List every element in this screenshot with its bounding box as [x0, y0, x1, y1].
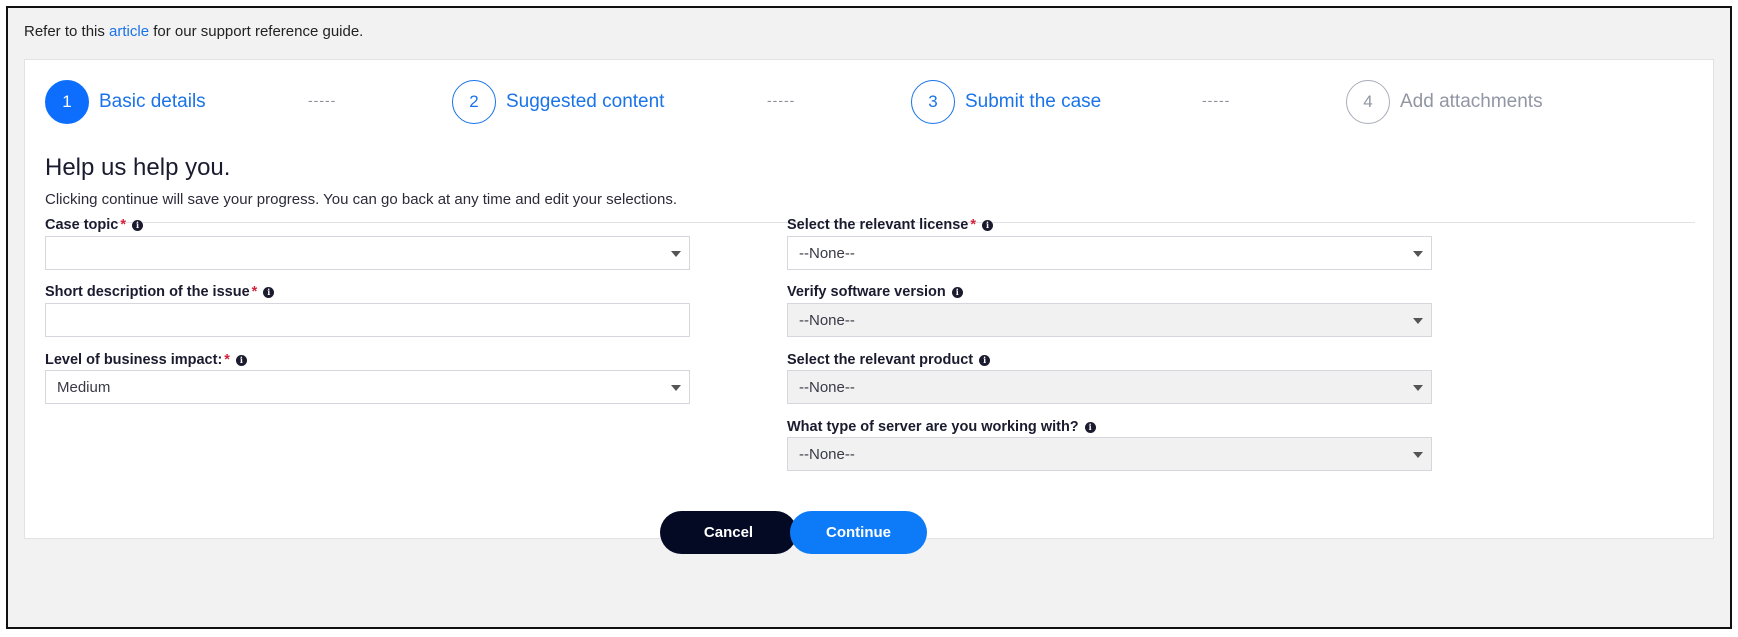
step-submit-case[interactable]: 3 Submit the case [911, 80, 1101, 124]
software-version-label: Verify software version i [787, 284, 963, 300]
required-mark: * [224, 352, 230, 368]
step-separator: ----- [1202, 92, 1231, 108]
required-mark: * [970, 217, 976, 233]
business-impact-label: Level of business impact: * i [45, 352, 247, 368]
license-select[interactable]: --None-- [787, 236, 1432, 270]
business-impact-value: Medium [57, 378, 111, 396]
case-form-card: 1 Basic details ----- 2 Suggested conten… [24, 59, 1714, 539]
step-suggested-content[interactable]: 2 Suggested content [452, 80, 664, 124]
license-label-text: Select the relevant license [787, 217, 969, 233]
product-label-text: Select the relevant product [787, 352, 974, 368]
progress-stepper: 1 Basic details ----- 2 Suggested conten… [45, 80, 1695, 124]
form-subtext: Clicking continue will save your progres… [45, 191, 678, 208]
product-select[interactable]: --None-- [787, 370, 1432, 404]
info-icon[interactable]: i [951, 286, 963, 298]
step-add-attachments: 4 Add attachments [1346, 80, 1543, 124]
cancel-button[interactable]: Cancel [660, 511, 797, 554]
step-label: Submit the case [965, 91, 1102, 112]
intro-text: Refer to this article for our support re… [24, 23, 363, 40]
step-label: Suggested content [506, 91, 665, 112]
server-type-value: --None-- [799, 445, 855, 463]
case-topic-label: Case topic * i [45, 217, 143, 233]
step-number-badge: 4 [1346, 80, 1390, 124]
info-icon[interactable]: i [263, 286, 275, 298]
chevron-down-icon [1413, 251, 1423, 257]
case-topic-select[interactable] [45, 236, 690, 270]
chevron-down-icon [1413, 452, 1423, 458]
license-label: Select the relevant license * i [787, 217, 993, 233]
info-icon[interactable]: i [235, 354, 247, 366]
software-version-label-text: Verify software version [787, 284, 946, 300]
short-description-label: Short description of the issue * i [45, 284, 275, 300]
chevron-down-icon [1413, 318, 1423, 324]
product-label: Select the relevant product i [787, 352, 991, 368]
software-version-value: --None-- [799, 311, 855, 329]
step-separator: ----- [767, 92, 796, 108]
server-type-select[interactable]: --None-- [787, 437, 1432, 471]
business-impact-select[interactable]: Medium [45, 370, 690, 404]
step-label: Add attachments [1400, 91, 1543, 112]
info-icon[interactable]: i [132, 219, 143, 231]
page-frame: Refer to this article for our support re… [6, 6, 1732, 629]
info-icon[interactable]: i [1084, 421, 1096, 433]
step-basic-details[interactable]: 1 Basic details [45, 80, 206, 124]
article-link[interactable]: article [109, 23, 149, 40]
required-mark: * [251, 284, 258, 300]
license-value: --None-- [799, 244, 855, 262]
business-impact-label-text: Level of business impact: [45, 352, 223, 368]
server-type-label: What type of server are you working with… [787, 419, 1096, 435]
info-icon[interactable]: i [979, 354, 991, 366]
step-number-badge: 1 [45, 80, 89, 124]
step-number-badge: 2 [452, 80, 496, 124]
continue-button[interactable]: Continue [790, 511, 927, 554]
short-description-label-text: Short description of the issue [45, 284, 250, 300]
chevron-down-icon [671, 385, 681, 391]
software-version-select[interactable]: --None-- [787, 303, 1432, 337]
required-mark: * [120, 217, 126, 233]
server-type-label-text: What type of server are you working with… [787, 419, 1079, 435]
info-icon[interactable]: i [982, 219, 993, 231]
chevron-down-icon [1413, 385, 1423, 391]
step-separator: ----- [308, 92, 337, 108]
product-value: --None-- [799, 378, 855, 396]
chevron-down-icon [671, 251, 681, 257]
intro-suffix: for our support reference guide. [149, 23, 364, 40]
form-heading: Help us help you. [45, 154, 231, 181]
intro-prefix: Refer to this [24, 23, 110, 40]
step-number-badge: 3 [911, 80, 955, 124]
short-description-input[interactable] [45, 303, 690, 337]
step-label: Basic details [99, 91, 206, 112]
case-topic-label-text: Case topic [45, 217, 119, 233]
